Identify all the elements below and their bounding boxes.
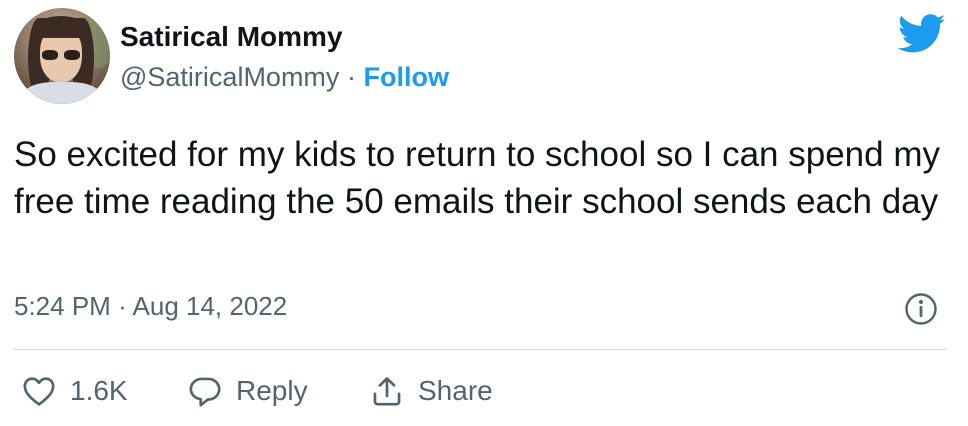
user-handle-line: @SatiricalMommy · Follow [120,61,449,93]
like-count: 1.6K [70,375,128,406]
heart-icon [23,377,55,406]
separator-dot: · [346,62,356,92]
user-display-name[interactable]: Satirical Mommy [120,21,343,53]
tweet-time: 5:24 PM [14,291,111,321]
user-handle[interactable]: @SatiricalMommy [120,62,339,92]
like-button[interactable]: 1.6K [22,366,128,416]
follow-button[interactable]: Follow [363,62,448,92]
speech-bubble-icon [189,377,221,407]
twitter-bird-icon[interactable] [898,14,946,54]
action-bar: 1.6K Reply Share [0,366,968,416]
reply-button[interactable]: Reply [188,366,308,416]
timestamp-separator: · [118,291,127,321]
tweet-date: Aug 14, 2022 [132,291,288,321]
avatar-sunglasses [42,50,82,60]
share-label: Share [418,375,493,406]
tweet-card: Satirical Mommy @SatiricalMommy · Follow… [0,0,968,426]
avatar[interactable] [14,8,110,104]
divider [14,349,946,350]
info-icon[interactable] [904,292,938,326]
share-arrow-icon [373,377,401,406]
reply-label: Reply [236,375,308,406]
share-button[interactable]: Share [370,366,493,416]
tweet-text: So excited for my kids to return to scho… [14,135,940,221]
tweet-timestamp[interactable]: 5:24 PM · Aug 14, 2022 [14,290,287,322]
